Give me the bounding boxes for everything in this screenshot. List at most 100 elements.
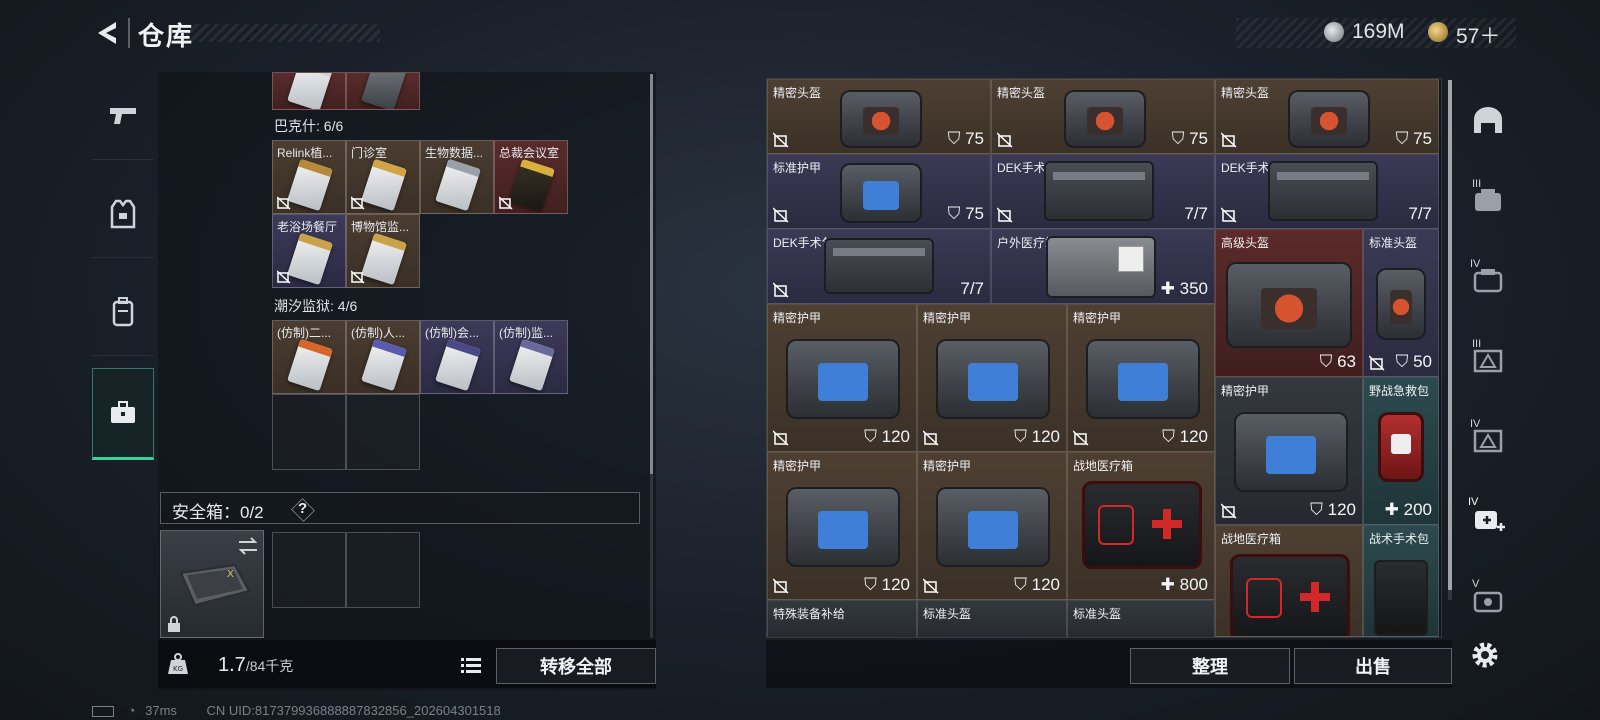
key-card-slot[interactable]: 门诊室 xyxy=(346,140,420,214)
key-card-slot[interactable]: 总裁会议室 xyxy=(494,140,568,214)
sell-button[interactable]: 出售 xyxy=(1294,648,1452,684)
stash-item[interactable]: 精密头盔 ⛉ 75 xyxy=(767,79,991,154)
filter-armor-tier5[interactable]: V xyxy=(1456,560,1520,640)
key-card-slot[interactable]: (仿制)监... xyxy=(494,320,568,394)
item-durability: ⛉ 75 xyxy=(1171,129,1208,148)
stash-item[interactable]: 标准头盔 xyxy=(917,600,1067,637)
item-durability: ⛉ 75 xyxy=(947,204,984,223)
left-scrollbar-thumb[interactable] xyxy=(650,74,653,474)
back-arrow-icon xyxy=(98,22,116,44)
gold-currency-value[interactable]: 57＋ xyxy=(1456,20,1500,50)
stash-item[interactable]: 标准头盔 ⛉ 50 xyxy=(1363,229,1439,377)
surgery-kit-icon xyxy=(824,238,934,294)
item-name: 野战急救包 xyxy=(1369,384,1430,398)
key-card-slot[interactable] xyxy=(346,72,420,110)
stash-item[interactable]: 精密护甲 ⛉ 120 xyxy=(1067,304,1215,452)
no-insurance-icon xyxy=(1221,132,1237,148)
secure-case-slot[interactable]: X xyxy=(160,530,264,638)
stash-item[interactable]: DEK手术包 7/7 xyxy=(1215,154,1439,229)
title-decoration xyxy=(186,24,380,42)
filter-medkit-tier4[interactable]: IV xyxy=(1456,480,1520,560)
rail-item-armor[interactable] xyxy=(92,170,154,258)
empty-slot[interactable] xyxy=(272,394,346,470)
key-card-icon xyxy=(361,158,407,212)
empty-slot[interactable] xyxy=(346,532,420,608)
outdoor-medkit-icon xyxy=(1046,236,1156,298)
filter-helmet-tier4[interactable]: IV xyxy=(1456,400,1520,480)
key-card-slot[interactable]: (仿制)人... xyxy=(346,320,420,394)
lock-icon xyxy=(168,616,180,632)
helmet-icon xyxy=(1226,262,1352,348)
help-button[interactable]: ? xyxy=(298,500,307,517)
list-view-icon[interactable] xyxy=(456,650,486,680)
rail-item-weapons[interactable] xyxy=(92,72,154,160)
stash-item[interactable]: 精密护甲 ⛉ 120 xyxy=(767,304,917,452)
item-name: 精密护甲 xyxy=(923,311,972,325)
key-card-slot[interactable]: (仿制)二... xyxy=(272,320,346,394)
svg-text:X: X xyxy=(227,569,234,580)
stash-item[interactable]: 标准头盔 xyxy=(1067,600,1215,637)
filter-helmet[interactable] xyxy=(1456,80,1520,160)
tier-label: III xyxy=(1472,178,1482,190)
weight-max: /84千克 xyxy=(245,658,294,674)
swap-icon[interactable] xyxy=(237,537,259,555)
no-insurance-icon xyxy=(499,196,513,210)
rail-item-backpack[interactable] xyxy=(92,268,154,356)
stash-item[interactable]: 户外医疗箱 ✚ 350 xyxy=(991,229,1215,304)
stash-item[interactable]: 精密护甲 ⛉ 120 xyxy=(1215,377,1363,525)
sort-button[interactable]: 整理 xyxy=(1130,648,1290,684)
item-name: 战地医疗箱 xyxy=(1221,532,1282,546)
transfer-all-button[interactable]: 转移全部 xyxy=(496,648,656,684)
helmet-icon xyxy=(840,90,922,148)
plus-icon: ✚ xyxy=(1384,500,1404,519)
stash-item[interactable]: 标准护甲 ⛉ 75 xyxy=(767,154,991,229)
shield-icon: ⛉ xyxy=(1319,352,1338,371)
key-card-slot[interactable]: Relink植... xyxy=(272,140,346,214)
key-card-slot[interactable]: 老浴场餐厅 xyxy=(272,214,346,288)
stash-item[interactable]: 野战急救包 ✚ 200 xyxy=(1363,377,1439,525)
key-card-label: 老浴场餐厅 xyxy=(277,220,338,234)
pistol-icon xyxy=(110,107,136,124)
key-card-icon xyxy=(435,158,481,212)
weight-icon: KG xyxy=(168,653,188,674)
stash-item[interactable]: DEK手术包 7/7 xyxy=(991,154,1215,229)
uid-value: CN UID:817379936888887832856_20260430151… xyxy=(206,703,501,718)
stash-item[interactable]: 精密护甲 ⛉ 120 xyxy=(767,452,917,600)
item-name: 精密头盔 xyxy=(773,86,822,100)
stash-item[interactable]: 特殊装备补给 xyxy=(767,600,917,637)
stash-item[interactable]: 精密护甲 ⛉ 120 xyxy=(917,452,1067,600)
settings-button[interactable] xyxy=(1468,638,1502,672)
filter-armor-tier3[interactable]: III xyxy=(1456,160,1520,240)
stash-item[interactable]: 战地医疗箱 xyxy=(1215,525,1363,637)
stash-item[interactable]: 精密护甲 ⛉ 120 xyxy=(917,304,1067,452)
shield-icon: ⛉ xyxy=(947,204,966,223)
stash-scrollbar-thumb[interactable] xyxy=(1448,80,1452,590)
stash-item[interactable]: 战地医疗箱 ✚ 800 xyxy=(1067,452,1215,600)
item-name: 标准头盔 xyxy=(1369,236,1418,250)
no-insurance-icon xyxy=(351,270,365,284)
stash-item[interactable]: 战术手术包 xyxy=(1363,525,1439,637)
filter-armor-tier4[interactable]: IV xyxy=(1456,240,1520,320)
stash-item[interactable]: DEK手术包 7/7 xyxy=(767,229,991,304)
empty-slot[interactable] xyxy=(272,532,346,608)
rail-item-keys[interactable] xyxy=(92,368,154,460)
plus-icon: ✚ xyxy=(1160,279,1180,298)
no-insurance-icon xyxy=(277,270,291,284)
gear-icon xyxy=(1472,642,1498,668)
status-bar: ◔ 37ms CN UID:817379936888887832856_2026… xyxy=(92,703,501,718)
wifi-icon: ◔ xyxy=(127,703,136,718)
key-card-slot[interactable]: 博物馆监... xyxy=(346,214,420,288)
item-durability: ⛉ 63 xyxy=(1319,352,1356,371)
stash-item[interactable]: 精密头盔 ⛉ 75 xyxy=(991,79,1215,154)
key-card-slot[interactable] xyxy=(272,72,346,110)
back-button[interactable] xyxy=(92,18,122,48)
key-card-icon xyxy=(361,73,407,109)
filter-helmet-tier3[interactable]: III xyxy=(1456,320,1520,400)
key-card-slot[interactable]: (仿制)会... xyxy=(420,320,494,394)
stash-item[interactable]: 高级头盔 ⛉ 63 xyxy=(1215,229,1363,377)
empty-slot[interactable] xyxy=(346,394,420,470)
stash-item[interactable]: 精密头盔 ⛉ 75 xyxy=(1215,79,1439,154)
key-card-label: (仿制)会... xyxy=(425,326,479,340)
key-card-slot[interactable]: 生物数据... xyxy=(420,140,494,214)
gold-coin-icon xyxy=(1428,22,1448,42)
